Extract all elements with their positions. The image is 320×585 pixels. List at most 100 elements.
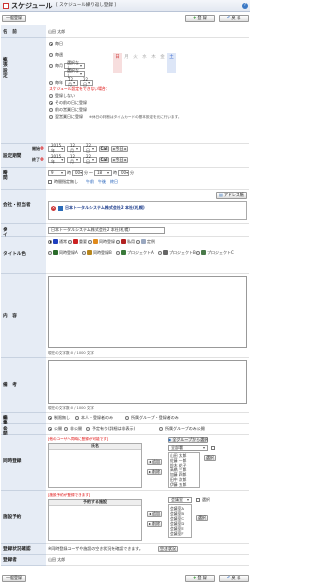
registrant-row: 山田 太郎 xyxy=(46,555,249,566)
facility-group-select[interactable]: 会議室 xyxy=(168,497,192,503)
title-color-radio[interactable] xyxy=(116,239,120,244)
department-select[interactable]: 全部署 xyxy=(168,445,208,451)
content-row: 現在の文字数:0 / 1000 文字 xyxy=(46,274,249,358)
edit-perm-none-radio[interactable] xyxy=(48,416,52,420)
member-listbox[interactable]: 山田 太郎 佐藤 一郎 鈴木 花子 高橋 三郎 加藤 四郎 田中 次郎 伊藤 五郎 xyxy=(168,452,200,488)
weekday-grid: 日 月 火 水 木 金 土 xyxy=(113,53,178,73)
color-label: プロジェクトA xyxy=(127,249,154,255)
member-option[interactable]: 伊藤 五郎 xyxy=(170,482,198,487)
public-row: 公開 非公開 予定有り(詳細は非表示) 所属グループのみ公開 xyxy=(46,424,249,435)
start-day-select[interactable]: 22日 xyxy=(83,144,97,153)
address-book-button[interactable]: ▤ アドレス帳 xyxy=(216,192,247,199)
color-label: 同時登録 xyxy=(99,238,115,244)
label-cell: 内 容 xyxy=(1,274,46,358)
attendees-remove-button[interactable]: ▸ 削除 xyxy=(147,469,162,475)
title-color-radio[interactable] xyxy=(116,250,120,255)
memo-row: 現在の文字数:0 / 1000 文字 xyxy=(46,358,249,413)
title-color-radio[interactable] xyxy=(48,239,52,244)
public-busy-radio[interactable] xyxy=(86,427,90,431)
day-sun[interactable]: 日 xyxy=(113,53,122,62)
remove-icon[interactable]: × xyxy=(51,205,56,211)
title-color-radio[interactable] xyxy=(82,250,86,255)
monthly-select-2[interactable]: 選択なし xyxy=(64,69,85,78)
title-color-radio[interactable] xyxy=(136,239,140,244)
end-year-select[interactable]: 2015年 xyxy=(48,155,65,164)
company-icon xyxy=(58,206,63,211)
no-time-checkbox[interactable] xyxy=(48,180,52,184)
color-swatch xyxy=(121,239,126,244)
repeat-weekly-radio[interactable] xyxy=(49,53,53,57)
start-hour-select[interactable]: 9 xyxy=(48,170,66,176)
day-tue[interactable]: 火 xyxy=(131,53,140,62)
start-year-select[interactable]: 2015年 xyxy=(48,144,65,153)
facility-select-button[interactable]: 選択 xyxy=(196,515,208,521)
day-mon[interactable]: 月 xyxy=(122,53,131,62)
allday-link[interactable]: 終日 xyxy=(110,179,118,185)
skip-opt2-radio[interactable] xyxy=(49,101,53,105)
repeat-row: 毎日 毎週 毎月 選択なし 選択なし 日 月 火 水 木 金 土 毎年 12月 … xyxy=(46,38,249,144)
ack-row: ※同時登録ユーザや施設の空き状況を確認できます。 空き状況 xyxy=(46,544,249,555)
all-groups-button[interactable]: ◉ 全グループから選択 xyxy=(168,437,208,443)
title-color-radio[interactable] xyxy=(68,239,72,244)
edit-perm-self-radio[interactable] xyxy=(75,416,79,420)
skip-opt1-radio[interactable] xyxy=(49,94,53,98)
color-swatch xyxy=(53,239,58,244)
back-button-bottom[interactable]: ↶ 戻 る xyxy=(219,575,249,582)
next-icon: ▸ xyxy=(124,156,127,162)
general-register-button[interactable]: 一般登録 xyxy=(2,14,26,22)
skip-opt3-radio[interactable] xyxy=(49,108,53,112)
register-button-bottom[interactable]: + 登 録 xyxy=(185,575,215,582)
select-all-checkbox[interactable] xyxy=(211,446,215,450)
attendees-add-button[interactable]: ◂ 追加 xyxy=(147,459,162,465)
end-month-select[interactable]: 12月 xyxy=(67,155,81,164)
facility-selected[interactable]: 予約する施設 xyxy=(48,499,142,541)
repeat-monthly-radio[interactable] xyxy=(49,64,53,68)
title-input[interactable]: 日本トータルシステム株式会社2 本社(札幌) xyxy=(48,227,165,234)
title-color-radio[interactable] xyxy=(88,239,92,244)
edit-perm-group-radio[interactable] xyxy=(125,416,129,420)
availability-button[interactable]: 空き状況 xyxy=(158,546,178,552)
end-min-select[interactable]: 00 xyxy=(118,170,129,176)
end-today-button[interactable]: ◂ 今日 ▸ xyxy=(111,157,128,163)
page-title: スケジュール xyxy=(11,2,53,10)
register-button[interactable]: + 登 録 xyxy=(185,15,215,22)
facility-select-all-checkbox[interactable] xyxy=(196,498,200,502)
name-value: 山田 太郎 xyxy=(48,29,66,34)
label-cell: 登録者 xyxy=(1,555,46,566)
day-wed[interactable]: 水 xyxy=(140,53,149,62)
color-label: 私用 xyxy=(127,238,135,244)
title-color-radio[interactable] xyxy=(48,250,52,255)
public-open-radio[interactable] xyxy=(48,427,52,431)
attendees-selected[interactable]: 氏名 xyxy=(48,443,142,488)
general-register-button-bottom[interactable]: 一般登録 xyxy=(2,575,26,582)
public-group-radio[interactable] xyxy=(159,427,163,431)
memo-textarea[interactable] xyxy=(48,360,247,404)
start-month-select[interactable]: 12月 xyxy=(67,144,81,153)
content-textarea[interactable] xyxy=(48,276,247,348)
help-icon[interactable]: ? xyxy=(242,3,248,9)
pm-link[interactable]: 午後 xyxy=(98,179,106,185)
facility-option[interactable]: 会議室F xyxy=(170,531,190,536)
facility-remove-button[interactable]: ▸ 削除 xyxy=(147,521,162,527)
public-private-radio[interactable] xyxy=(64,427,68,431)
back-arrow-icon: ↶ xyxy=(227,575,231,581)
skip-opt4-radio[interactable] xyxy=(49,115,53,119)
repeat-yearly-radio[interactable] xyxy=(49,81,53,85)
facility-listbox[interactable]: 会議室A 会議室B 会議室C 会議室D 会議室E 会議室F xyxy=(168,504,192,538)
day-sat[interactable]: 土 xyxy=(167,53,176,62)
start-min-select[interactable]: 00 xyxy=(72,170,83,176)
repeat-daily-radio[interactable] xyxy=(49,42,53,46)
start-cal-button[interactable]: Cal xyxy=(99,146,109,152)
attendees-select-button[interactable]: 選択 xyxy=(204,455,216,461)
day-fri[interactable]: 金 xyxy=(158,53,167,62)
title-color-radio[interactable] xyxy=(196,250,200,255)
end-hour-select[interactable]: 18 xyxy=(94,170,112,176)
day-thu[interactable]: 木 xyxy=(149,53,158,62)
am-link[interactable]: 午前 xyxy=(86,179,94,185)
back-button[interactable]: ↶ 戻 る xyxy=(219,15,249,22)
start-today-button[interactable]: ◂ 今日 ▸ xyxy=(111,146,128,152)
facility-add-button[interactable]: ◂ 追加 xyxy=(147,511,162,517)
end-cal-button[interactable]: Cal xyxy=(99,157,109,163)
title-color-radio[interactable] xyxy=(158,250,162,255)
end-day-select[interactable]: 22日 xyxy=(83,155,97,164)
